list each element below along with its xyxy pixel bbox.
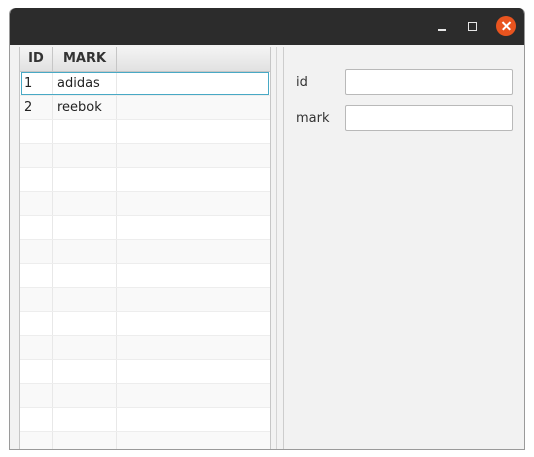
cell-filler — [117, 192, 270, 215]
cell-filler — [117, 432, 270, 449]
cell-mark[interactable] — [53, 192, 117, 215]
divider-line — [283, 47, 284, 449]
cell-mark[interactable] — [53, 384, 117, 407]
cell-mark[interactable] — [53, 240, 117, 263]
edit-form: id mark — [285, 47, 524, 449]
title-bar[interactable] — [10, 8, 524, 45]
cell-filler — [117, 168, 270, 191]
table-row[interactable] — [20, 432, 270, 449]
cell-mark[interactable] — [53, 312, 117, 335]
cell-filler — [117, 408, 270, 431]
cell-id[interactable] — [20, 216, 53, 239]
close-icon[interactable] — [496, 16, 516, 36]
cell-filler — [117, 120, 270, 143]
table-row[interactable] — [20, 192, 270, 216]
table-row[interactable] — [20, 312, 270, 336]
cell-filler — [117, 144, 270, 167]
table-row[interactable] — [20, 264, 270, 288]
cell-filler — [117, 264, 270, 287]
table-row[interactable] — [20, 120, 270, 144]
table-row[interactable] — [20, 168, 270, 192]
cell-id[interactable] — [20, 264, 53, 287]
table-row[interactable] — [20, 360, 270, 384]
maximize-icon[interactable] — [463, 17, 483, 37]
cell-filler — [117, 312, 270, 335]
column-header-filler — [117, 47, 270, 71]
cell-mark[interactable] — [53, 264, 117, 287]
cell-id[interactable] — [20, 336, 53, 359]
cell-id[interactable] — [20, 120, 53, 143]
cell-id[interactable] — [20, 408, 53, 431]
id-label: id — [296, 75, 308, 90]
cell-mark[interactable] — [53, 216, 117, 239]
cell-mark[interactable] — [53, 144, 117, 167]
cell-mark[interactable] — [53, 288, 117, 311]
cell-id[interactable] — [20, 288, 53, 311]
cell-filler — [117, 96, 270, 119]
cell-mark[interactable] — [53, 120, 117, 143]
cell-mark[interactable] — [53, 432, 117, 449]
cell-mark[interactable]: reebok — [53, 96, 117, 119]
cell-mark[interactable]: adidas — [53, 72, 117, 95]
column-header-id[interactable]: ID — [20, 47, 53, 71]
cell-mark[interactable] — [53, 168, 117, 191]
app-window: ID MARK 1 adidas 2 reebok id mark — [9, 8, 525, 450]
split-pane-divider[interactable] — [270, 47, 285, 449]
cell-id[interactable] — [20, 312, 53, 335]
table-row[interactable] — [20, 240, 270, 264]
column-header-mark[interactable]: MARK — [53, 47, 117, 71]
cell-id[interactable] — [20, 192, 53, 215]
cell-filler — [117, 288, 270, 311]
cell-filler — [117, 360, 270, 383]
marks-table[interactable]: ID MARK 1 adidas 2 reebok — [19, 47, 270, 449]
table-row[interactable] — [20, 408, 270, 432]
cell-filler — [117, 240, 270, 263]
table-row[interactable] — [20, 384, 270, 408]
mark-field[interactable] — [345, 105, 513, 131]
cell-mark[interactable] — [53, 360, 117, 383]
cell-filler — [117, 216, 270, 239]
table-body: 1 adidas 2 reebok — [20, 72, 270, 449]
cell-id[interactable] — [20, 360, 53, 383]
cell-id[interactable]: 1 — [20, 72, 53, 95]
table-row[interactable] — [20, 144, 270, 168]
minimize-icon[interactable] — [432, 17, 452, 37]
cell-id[interactable] — [20, 384, 53, 407]
table-header: ID MARK — [20, 47, 270, 72]
cell-mark[interactable] — [53, 408, 117, 431]
cell-id[interactable] — [20, 168, 53, 191]
cell-id[interactable]: 2 — [20, 96, 53, 119]
cell-filler — [117, 72, 270, 95]
table-row[interactable] — [20, 216, 270, 240]
table-row[interactable]: 2 reebok — [20, 96, 270, 120]
cell-filler — [117, 384, 270, 407]
cell-filler — [117, 336, 270, 359]
cell-id[interactable] — [20, 432, 53, 449]
table-row[interactable]: 1 adidas — [20, 72, 270, 96]
cell-mark[interactable] — [53, 336, 117, 359]
mark-label: mark — [296, 111, 330, 126]
cell-id[interactable] — [20, 144, 53, 167]
table-row[interactable] — [20, 336, 270, 360]
id-field[interactable] — [345, 69, 513, 95]
table-row[interactable] — [20, 288, 270, 312]
cell-id[interactable] — [20, 240, 53, 263]
